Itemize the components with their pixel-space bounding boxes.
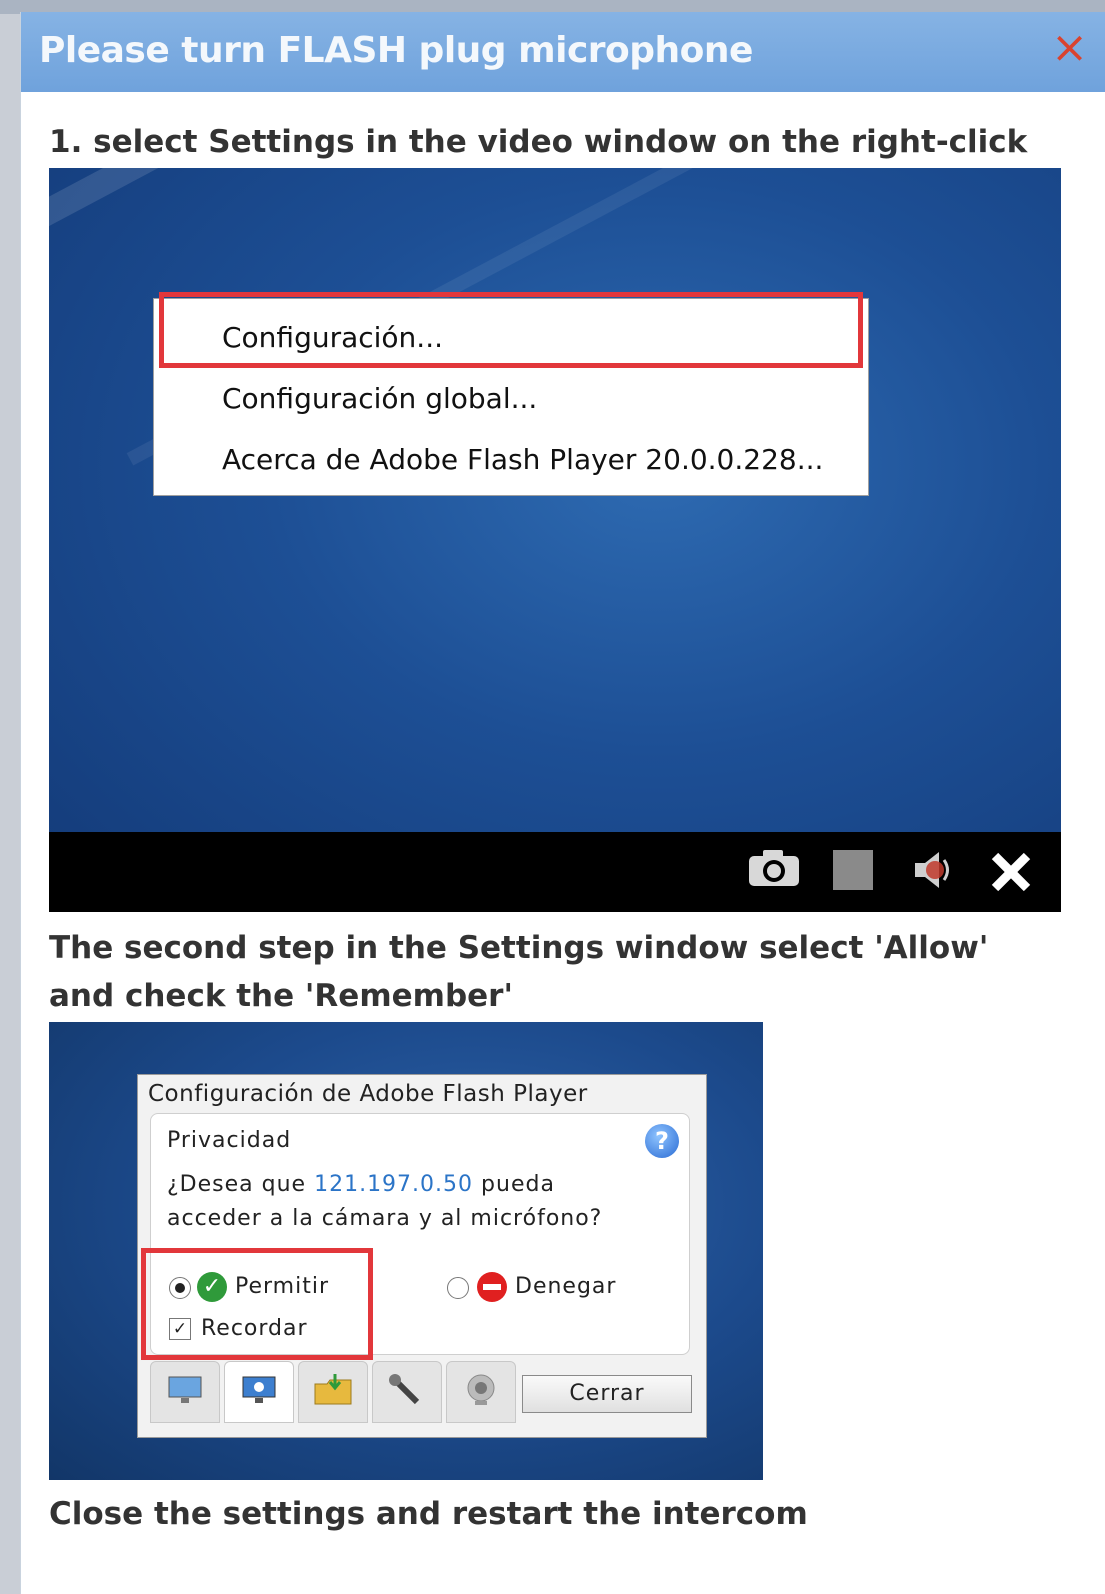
webcam-icon <box>467 1374 495 1405</box>
step-3-text: Close the settings and restart the inter… <box>49 1496 808 1532</box>
storage-tab[interactable] <box>298 1361 368 1423</box>
stop-icon[interactable] <box>833 850 873 890</box>
privacy-monitor-icon <box>242 1376 276 1403</box>
site-ip: 121.197.0.50 <box>314 1172 474 1197</box>
flash-settings-title: Configuración de Adobe Flash Player <box>148 1081 588 1107</box>
microphone-tab[interactable] <box>372 1361 442 1423</box>
settings-tabs <box>150 1361 520 1423</box>
microphone-icon <box>389 1374 420 1405</box>
question-suffix: pueda <box>481 1172 555 1197</box>
highlight-box <box>159 292 863 368</box>
desktop-streak <box>49 168 446 250</box>
deny-radio[interactable] <box>447 1277 469 1299</box>
step-2-text: The second step in the Settings window s… <box>49 930 989 1014</box>
dialog-title: Please turn FLASH plug microphone <box>39 30 753 71</box>
monitor-icon <box>168 1376 202 1403</box>
deny-label[interactable]: Denegar <box>515 1274 616 1299</box>
close-button[interactable]: Cerrar <box>522 1375 692 1413</box>
menu-item-global-settings[interactable]: Configuración global... <box>222 382 537 415</box>
display-tab[interactable] <box>150 1361 220 1423</box>
privacy-question-line1: ¿Desea que 121.197.0.50 pueda <box>167 1172 555 1197</box>
deny-icon <box>477 1272 507 1302</box>
menu-item-about[interactable]: Acerca de Adobe Flash Player 20.0.0.228.… <box>222 443 823 476</box>
question-prefix: ¿Desea que <box>167 1172 307 1197</box>
camera-icon[interactable] <box>747 848 801 888</box>
background-page-edge <box>0 0 22 1594</box>
screenshot-context-menu: Configuración... Configuración global...… <box>49 168 1061 912</box>
speaker-icon[interactable] <box>911 848 959 892</box>
camera-tab[interactable] <box>446 1361 516 1423</box>
privacy-question-line2: acceder a la cámara y al micrófono? <box>167 1206 603 1231</box>
close-icon[interactable]: × <box>1051 26 1088 70</box>
privacy-tab[interactable] <box>224 1361 294 1423</box>
flash-help-dialog: Please turn FLASH plug microphone × 1. s… <box>20 12 1105 1594</box>
dialog-titlebar: Please turn FLASH plug microphone × <box>21 12 1105 92</box>
highlight-box <box>141 1248 373 1360</box>
privacy-heading: Privacidad <box>167 1128 292 1153</box>
help-icon[interactable]: ? <box>645 1124 679 1158</box>
fullscreen-icon[interactable] <box>987 848 1035 896</box>
screenshot-flash-settings: Configuración de Adobe Flash Player Priv… <box>49 1022 763 1480</box>
player-control-bar <box>49 832 1061 912</box>
folder-icon <box>314 1374 352 1405</box>
